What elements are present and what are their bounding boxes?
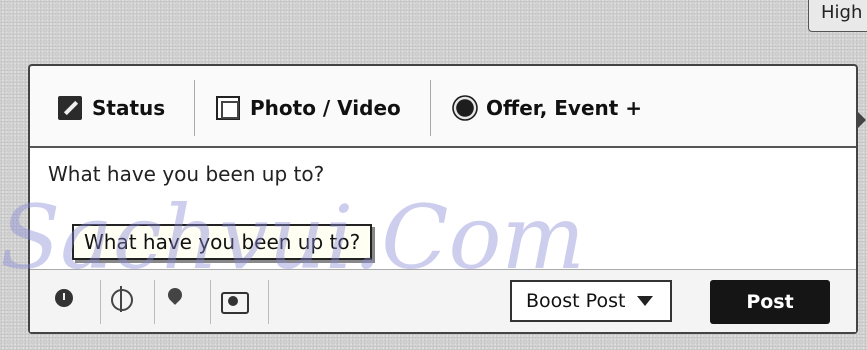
toolbar-divider: [100, 280, 101, 324]
tab-photo-video-label: Photo / Video: [250, 96, 401, 120]
composer-tabs: Status Photo / Video Offer, Event +: [30, 66, 856, 146]
tab-offer-event-label: Offer, Event +: [486, 96, 643, 120]
tab-status[interactable]: Status: [58, 90, 165, 126]
toolbar-divider: [210, 280, 211, 324]
tab-offer-event[interactable]: Offer, Event +: [454, 90, 642, 126]
placeholder-tooltip: What have you been up to?: [72, 224, 373, 260]
burst-icon: [456, 99, 474, 117]
tab-status-label: Status: [92, 96, 166, 120]
clock-icon[interactable]: [52, 286, 78, 312]
tab-photo-video[interactable]: Photo / Video: [216, 90, 401, 126]
status-composer: Status Photo / Video Offer, Event + What…: [28, 64, 858, 334]
photo-icon: [216, 96, 240, 120]
camera-icon[interactable]: [220, 286, 249, 314]
pencil-icon: [58, 96, 82, 120]
top-right-button-label: High: [821, 2, 863, 23]
tab-divider: [194, 80, 195, 136]
post-button-label: Post: [746, 291, 794, 313]
chevron-down-icon: [637, 296, 654, 306]
top-right-button[interactable]: High: [808, 0, 867, 32]
toolbar-divider: [268, 280, 269, 324]
target-icon[interactable]: [108, 286, 134, 312]
boost-post-label: Boost Post: [526, 290, 626, 312]
post-button[interactable]: Post: [710, 280, 830, 324]
toolbar-divider: [154, 280, 155, 324]
tab-divider: [430, 80, 431, 136]
status-placeholder: What have you been up to?: [48, 162, 325, 186]
location-pin-icon[interactable]: [162, 286, 188, 312]
composer-toolbar: Boost Post Post: [30, 270, 856, 332]
boost-post-button[interactable]: Boost Post: [510, 280, 672, 322]
